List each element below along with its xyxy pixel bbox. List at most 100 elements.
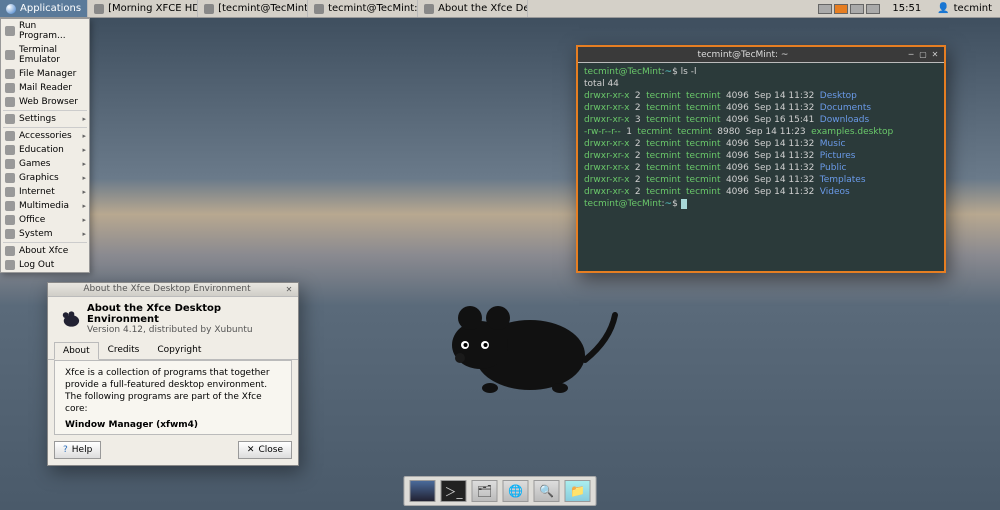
clock[interactable]: 15:51 bbox=[884, 0, 929, 17]
menu-category[interactable]: Accessories▸ bbox=[1, 129, 89, 143]
menu-label: Log Out bbox=[19, 260, 54, 270]
taskbar: [Morning XFCE HD desk...[tecmint@TecMint… bbox=[88, 0, 528, 17]
applications-menu-button[interactable]: Applications bbox=[0, 0, 88, 17]
menu-label: Multimedia bbox=[19, 201, 69, 211]
window-title: About the Xfce Desktop Environment bbox=[52, 284, 282, 294]
info-icon bbox=[5, 246, 15, 256]
dock-file-manager[interactable]: 🗂 bbox=[472, 480, 498, 502]
app-icon bbox=[5, 83, 15, 93]
menu-separator bbox=[3, 110, 87, 111]
close-button[interactable]: ✕ Close bbox=[238, 441, 292, 459]
dock-terminal[interactable]: ＞_ bbox=[441, 480, 467, 502]
taskbar-item[interactable]: About the Xfce Desktop... bbox=[418, 0, 528, 17]
menu-category[interactable]: Internet▸ bbox=[1, 185, 89, 199]
minimize-button[interactable]: ─ bbox=[906, 50, 916, 60]
category-icon bbox=[5, 173, 15, 183]
dock: ＞_ 🗂 🌐 🔍 📁 bbox=[404, 476, 597, 506]
taskbar-item[interactable]: [tecmint@TecMint: ~/.th... bbox=[198, 0, 308, 17]
menu-category[interactable]: Education ▸ bbox=[1, 143, 89, 157]
menu-category[interactable]: System▸ bbox=[1, 227, 89, 241]
workspace-switcher[interactable] bbox=[814, 0, 884, 17]
menu-item[interactable]: Mail Reader bbox=[1, 81, 89, 95]
menu-about-xfce[interactable]: About Xfce bbox=[1, 244, 89, 258]
menu-separator bbox=[3, 242, 87, 243]
taskbar-item[interactable]: [Morning XFCE HD desk... bbox=[88, 0, 198, 17]
dock-show-desktop[interactable] bbox=[410, 480, 436, 502]
menu-label: System bbox=[19, 229, 53, 239]
category-icon bbox=[5, 187, 15, 197]
category-icon bbox=[5, 159, 15, 169]
taskbar-label: tecmint@TecMint: ~ bbox=[328, 3, 418, 14]
workspace-1[interactable] bbox=[818, 4, 832, 14]
terminal-titlebar[interactable]: tecmint@TecMint: ~ ─ ▢ ✕ bbox=[578, 47, 944, 63]
app-icon bbox=[5, 26, 15, 36]
xfce-mouse-artwork bbox=[410, 290, 620, 410]
workspace-4[interactable] bbox=[866, 4, 880, 14]
menu-label: Web Browser bbox=[19, 97, 78, 107]
about-content: Xfce is a collection of programs that to… bbox=[54, 360, 292, 435]
menu-settings[interactable]: Settings ▸ bbox=[1, 112, 89, 126]
menu-item[interactable]: File Manager bbox=[1, 67, 89, 81]
window-title: tecmint@TecMint: ~ bbox=[582, 50, 904, 60]
applications-label: Applications bbox=[20, 3, 81, 14]
category-icon bbox=[5, 145, 15, 155]
applications-menu: Run Program...Terminal Emulator File Mana… bbox=[0, 18, 90, 273]
app-icon bbox=[5, 97, 15, 107]
app-icon bbox=[5, 69, 15, 79]
close-button[interactable]: ✕ bbox=[284, 284, 294, 294]
tab-copyright[interactable]: Copyright bbox=[148, 341, 210, 359]
chevron-right-icon: ▸ bbox=[82, 202, 86, 210]
chevron-right-icon: ▸ bbox=[82, 160, 86, 168]
dock-app-finder[interactable]: 🔍 bbox=[534, 480, 560, 502]
menu-item[interactable]: Web Browser bbox=[1, 95, 89, 109]
close-icon: ✕ bbox=[247, 445, 255, 455]
about-tabs: About Credits Copyright bbox=[48, 341, 298, 360]
workspace-2[interactable] bbox=[834, 4, 848, 14]
chevron-right-icon: ▸ bbox=[82, 132, 86, 140]
about-titlebar[interactable]: About the Xfce Desktop Environment ✕ bbox=[48, 283, 298, 297]
menu-log-out[interactable]: Log Out bbox=[1, 258, 89, 272]
menu-category[interactable]: Office▸ bbox=[1, 213, 89, 227]
taskbar-label: About the Xfce Desktop... bbox=[438, 3, 528, 14]
clock-text: 15:51 bbox=[892, 3, 921, 14]
panel-spacer bbox=[528, 0, 814, 17]
window-icon bbox=[424, 4, 434, 14]
dock-home-folder[interactable]: 📁 bbox=[565, 480, 591, 502]
menu-separator bbox=[3, 127, 87, 128]
menu-item[interactable]: Run Program... bbox=[1, 19, 89, 43]
terminal-output[interactable]: tecmint@TecMint:~$ ls -l total 44 drwxr-… bbox=[578, 63, 944, 271]
menu-label: File Manager bbox=[19, 69, 76, 79]
dock-web-browser[interactable]: 🌐 bbox=[503, 480, 529, 502]
user-icon: 👤 bbox=[937, 3, 949, 14]
about-version: Version 4.12, distributed by Xubuntu bbox=[87, 325, 288, 335]
menu-item[interactable]: Terminal Emulator bbox=[1, 43, 89, 67]
terminal-window[interactable]: tecmint@TecMint: ~ ─ ▢ ✕ tecmint@TecMint… bbox=[576, 45, 946, 273]
tab-credits[interactable]: Credits bbox=[99, 341, 149, 359]
category-icon bbox=[5, 201, 15, 211]
about-wm-heading: Window Manager (xfwm4) bbox=[65, 419, 281, 431]
menu-category[interactable]: Graphics▸ bbox=[1, 171, 89, 185]
settings-icon bbox=[5, 114, 15, 124]
taskbar-item[interactable]: tecmint@TecMint: ~ bbox=[308, 0, 418, 17]
category-icon bbox=[5, 229, 15, 239]
tab-about[interactable]: About bbox=[54, 342, 99, 360]
menu-category[interactable]: Multimedia ▸ bbox=[1, 199, 89, 213]
menu-label: Internet bbox=[19, 187, 55, 197]
maximize-button[interactable]: ▢ bbox=[918, 50, 928, 60]
help-icon: ? bbox=[63, 445, 68, 455]
logout-icon bbox=[5, 260, 15, 270]
about-window[interactable]: About the Xfce Desktop Environment ✕ Abo… bbox=[47, 282, 299, 466]
window-icon bbox=[204, 4, 214, 14]
menu-label: Education bbox=[19, 145, 64, 155]
user-name: tecmint bbox=[954, 3, 992, 14]
chevron-right-icon: ▸ bbox=[82, 146, 86, 154]
menu-category[interactable]: Games▸ bbox=[1, 157, 89, 171]
user-menu[interactable]: 👤 tecmint bbox=[929, 0, 1000, 17]
workspace-3[interactable] bbox=[850, 4, 864, 14]
menu-label: Settings bbox=[19, 114, 56, 124]
close-button[interactable]: ✕ bbox=[930, 50, 940, 60]
chevron-right-icon: ▸ bbox=[82, 115, 86, 123]
category-icon bbox=[5, 131, 15, 141]
about-intro: Xfce is a collection of programs that to… bbox=[65, 367, 281, 416]
help-button[interactable]: ? Help bbox=[54, 441, 101, 459]
